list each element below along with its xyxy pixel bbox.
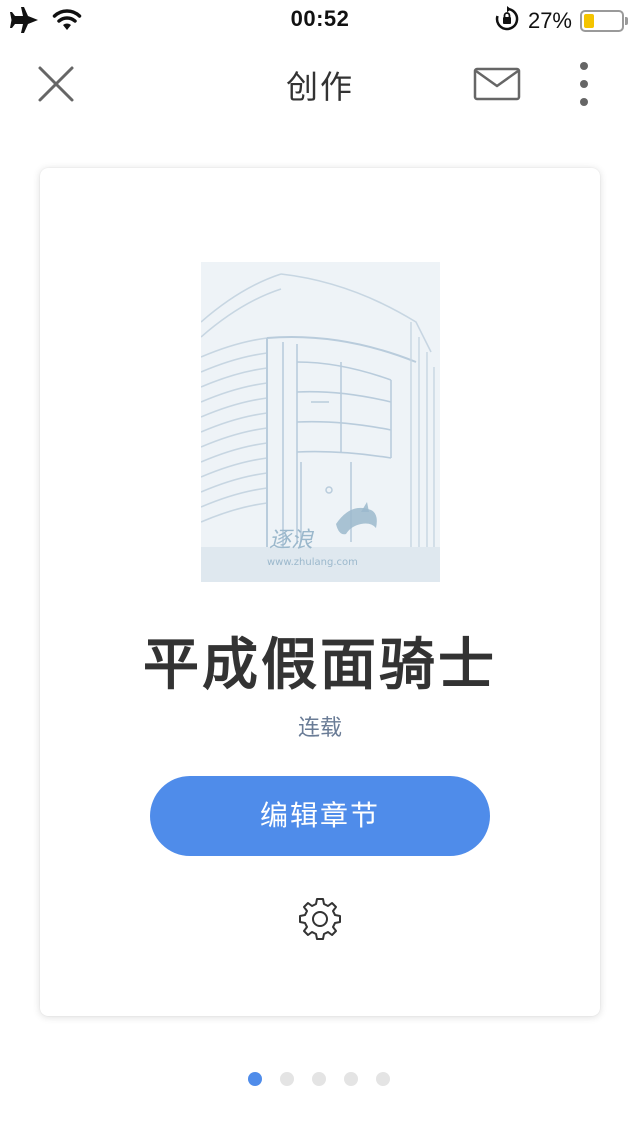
book-cover-illustration: 逐浪 www.zhulang.com xyxy=(201,262,440,582)
rotation-lock-icon xyxy=(494,6,520,36)
book-title: 平成假面骑士 xyxy=(143,633,497,698)
status-bar: 00:52 27% xyxy=(0,0,640,40)
book-card: 逐浪 www.zhulang.com 平成假面骑士 连载 编辑章节 xyxy=(40,168,600,1016)
pagination-dot[interactable] xyxy=(280,1072,294,1086)
book-status: 连载 xyxy=(297,716,342,741)
gear-icon[interactable] xyxy=(298,896,342,940)
mail-icon[interactable] xyxy=(473,66,521,102)
edit-chapters-button[interactable]: 编辑章节 xyxy=(150,776,490,856)
pagination-dot[interactable] xyxy=(312,1072,326,1086)
screen: 00:52 27% 创作 逐浪 www.zhulang.com 平成假面骑士 连… xyxy=(0,0,640,1136)
pagination-dot[interactable] xyxy=(344,1072,358,1086)
cover-watermark-brand: 逐浪 xyxy=(269,528,315,553)
book-cover[interactable]: 逐浪 www.zhulang.com xyxy=(201,262,440,582)
pagination-dot[interactable] xyxy=(376,1072,390,1086)
pagination-dots xyxy=(248,1072,390,1086)
battery-percent: 27% xyxy=(527,8,572,33)
nav-bar: 创作 xyxy=(0,40,640,128)
battery-icon xyxy=(580,10,628,32)
more-vertical-icon[interactable] xyxy=(568,60,600,108)
status-right: 27% xyxy=(494,6,628,36)
cover-watermark-url: www.zhulang.com xyxy=(267,557,358,568)
pagination-dot[interactable] xyxy=(248,1072,262,1086)
page-title: 创作 xyxy=(285,68,354,106)
battery-fill xyxy=(584,14,594,28)
